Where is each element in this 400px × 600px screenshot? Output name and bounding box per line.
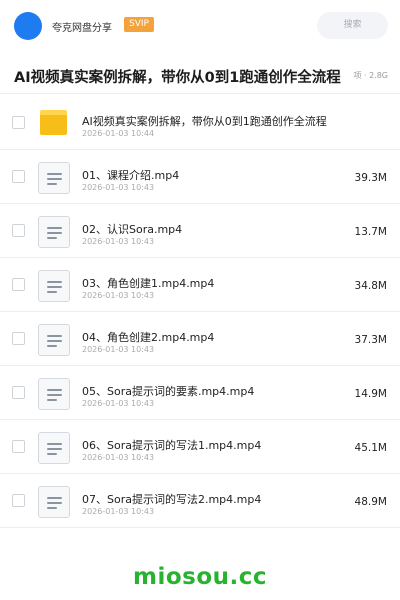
file-name[interactable]: 02、认识Sora.mp4: [82, 221, 182, 237]
file-size: 39.3M: [354, 172, 387, 184]
share-owner-name: 夸克网盘分享: [52, 23, 112, 34]
file-name[interactable]: 05、Sora提示词的要素.mp4.mp4: [82, 383, 254, 399]
file-date: 2026-01-03 10:43: [82, 237, 155, 246]
watermark: miosou.cc: [132, 564, 268, 590]
file-size: 13.7M: [354, 226, 387, 238]
file-row[interactable]: 02、认识Sora.mp4 2026-01-03 10:43 13.7M: [0, 204, 400, 258]
file-list: AI视频真实案例拆解，带你从0到1跑通创作全流程 2026-01-03 10:44…: [0, 96, 400, 528]
file-icon: [38, 432, 70, 464]
row-checkbox[interactable]: [12, 116, 25, 129]
file-name[interactable]: AI视频真实案例拆解，带你从0到1跑通创作全流程: [82, 113, 327, 129]
file-row[interactable]: 07、Sora提示词的写法2.mp4.mp4 2026-01-03 10:43 48…: [0, 474, 400, 528]
file-date: 2026-01-03 10:43: [82, 345, 155, 354]
file-row[interactable]: 01、课程介绍.mp4 2026-01-03 10:43 39.3M: [0, 150, 400, 204]
share-meta: 项 · 2.8G: [349, 70, 388, 81]
file-row[interactable]: 06、Sora提示词的写法1.mp4.mp4 2026-01-03 10:43 45…: [0, 420, 400, 474]
row-checkbox[interactable]: [12, 440, 25, 453]
file-row[interactable]: 05、Sora提示词的要素.mp4.mp4 2026-01-03 10:43 14.…: [0, 366, 400, 420]
file-date: 2026-01-03 10:43: [82, 507, 155, 516]
file-size: 45.1M: [354, 442, 387, 454]
file-icon: [38, 270, 70, 302]
share-title-row: AI视频真实案例拆解，带你从0到1跑通创作全流程 项 · 2.8G: [0, 58, 400, 94]
row-checkbox[interactable]: [12, 170, 25, 183]
file-row[interactable]: 03、角色创建1.mp4.mp4 2026-01-03 10:43 34.8M: [0, 258, 400, 312]
file-date: 2026-01-03 10:44: [82, 129, 155, 138]
file-date: 2026-01-03 10:43: [82, 183, 155, 192]
row-checkbox[interactable]: [12, 494, 25, 507]
file-name[interactable]: 04、角色创建2.mp4.mp4: [82, 329, 214, 345]
file-icon: [38, 378, 70, 410]
file-icon: [38, 324, 70, 356]
file-icon: [38, 486, 70, 518]
file-icon: [38, 162, 70, 194]
file-size: 34.8M: [354, 280, 387, 292]
file-name[interactable]: 06、Sora提示词的写法1.mp4.mp4: [82, 437, 261, 453]
file-name[interactable]: 01、课程介绍.mp4: [82, 167, 179, 183]
svip-badge: SVIP: [124, 17, 154, 32]
file-name[interactable]: 03、角色创建1.mp4.mp4: [82, 275, 214, 291]
file-size: 14.9M: [354, 388, 387, 400]
share-header: 夸克网盘分享 SVIP 搜索: [0, 0, 400, 52]
file-row[interactable]: 04、角色创建2.mp4.mp4 2026-01-03 10:43 37.3M: [0, 312, 400, 366]
file-size: 48.9M: [354, 496, 387, 508]
folder-icon: [38, 108, 70, 140]
avatar[interactable]: [14, 12, 42, 40]
row-checkbox[interactable]: [12, 224, 25, 237]
file-icon: [38, 216, 70, 248]
search-input[interactable]: 搜索: [317, 12, 388, 39]
row-checkbox[interactable]: [12, 332, 25, 345]
row-checkbox[interactable]: [12, 278, 25, 291]
row-checkbox[interactable]: [12, 386, 25, 399]
file-name[interactable]: 07、Sora提示词的写法2.mp4.mp4: [82, 491, 261, 507]
file-size: 37.3M: [354, 334, 387, 346]
page-title: AI视频真实案例拆解，带你从0到1跑通创作全流程: [14, 70, 341, 86]
folder-row[interactable]: AI视频真实案例拆解，带你从0到1跑通创作全流程 2026-01-03 10:44: [0, 96, 400, 150]
file-date: 2026-01-03 10:43: [82, 453, 155, 462]
file-date: 2026-01-03 10:43: [82, 399, 155, 408]
file-date: 2026-01-03 10:43: [82, 291, 155, 300]
